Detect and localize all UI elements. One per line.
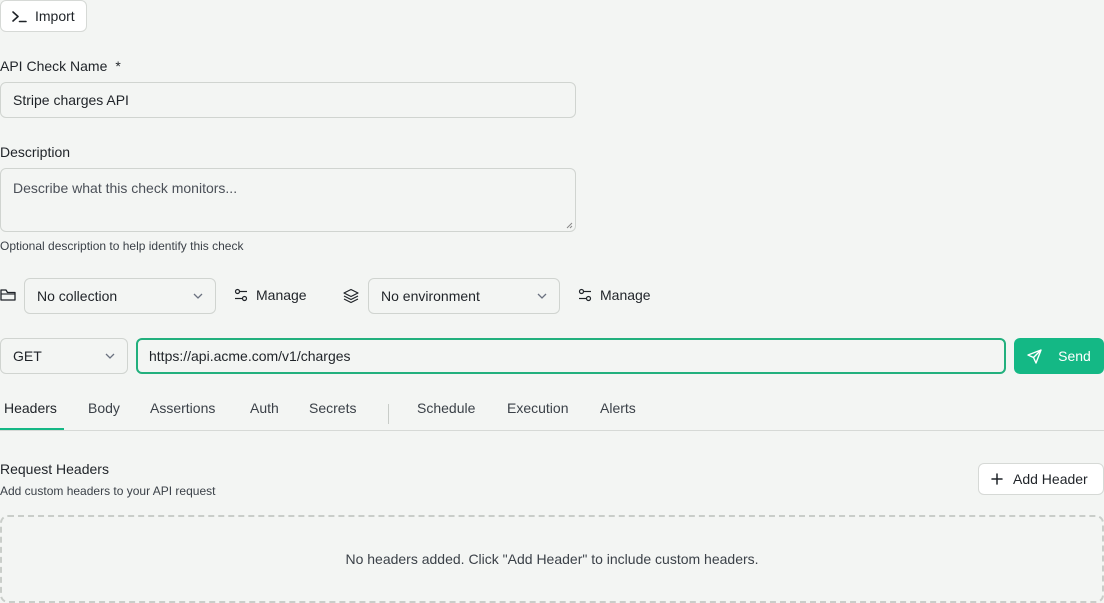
import-button-label: Import xyxy=(35,8,75,24)
name-field-label: API Check Name * xyxy=(0,58,121,74)
chevron-down-icon xyxy=(193,293,203,299)
add-header-button[interactable]: Add Header xyxy=(978,463,1104,495)
tab-bar-divider xyxy=(0,430,1104,431)
tab-auth[interactable]: Auth xyxy=(250,400,279,416)
tab-execution[interactable]: Execution xyxy=(507,400,568,416)
settings-sliders-icon xyxy=(234,288,248,302)
tab-assertions[interactable]: Assertions xyxy=(150,400,215,416)
url-input[interactable]: https://api.acme.com/v1/charges xyxy=(136,338,1006,374)
layers-icon xyxy=(343,288,359,304)
tab-group-divider xyxy=(388,404,389,424)
import-button[interactable]: Import xyxy=(0,0,87,32)
resize-handle-icon[interactable] xyxy=(565,221,573,229)
send-button[interactable]: Send xyxy=(1014,338,1104,374)
send-icon xyxy=(1027,348,1042,364)
http-method-select[interactable]: GET xyxy=(0,338,128,374)
manage-collections-button[interactable]: Manage xyxy=(234,287,307,303)
request-headers-title: Request Headers xyxy=(0,461,109,477)
manage-environments-button[interactable]: Manage xyxy=(578,287,651,303)
terminal-icon xyxy=(12,10,27,23)
chevron-down-icon xyxy=(105,353,115,359)
headers-empty-state: No headers added. Click "Add Header" to … xyxy=(0,515,1104,603)
request-headers-subtitle: Add custom headers to your API request xyxy=(0,484,216,498)
api-check-name-input[interactable]: Stripe charges API xyxy=(0,82,576,118)
tab-alerts[interactable]: Alerts xyxy=(600,400,636,416)
plus-icon xyxy=(991,473,1003,485)
folder-icon xyxy=(0,288,16,302)
tab-secrets[interactable]: Secrets xyxy=(309,400,356,416)
required-mark: * xyxy=(115,58,121,74)
settings-sliders-icon xyxy=(578,288,592,302)
active-tab-indicator xyxy=(0,428,64,430)
environment-select[interactable]: No environment xyxy=(368,278,560,314)
tab-schedule[interactable]: Schedule xyxy=(417,400,475,416)
chevron-down-icon xyxy=(537,293,547,299)
description-textarea[interactable]: Describe what this check monitors... xyxy=(0,168,576,232)
collection-select[interactable]: No collection xyxy=(24,278,216,314)
description-help-text: Optional description to help identify th… xyxy=(0,239,244,253)
description-label: Description xyxy=(0,144,71,160)
tab-body[interactable]: Body xyxy=(88,400,120,416)
tab-headers[interactable]: Headers xyxy=(4,400,57,416)
